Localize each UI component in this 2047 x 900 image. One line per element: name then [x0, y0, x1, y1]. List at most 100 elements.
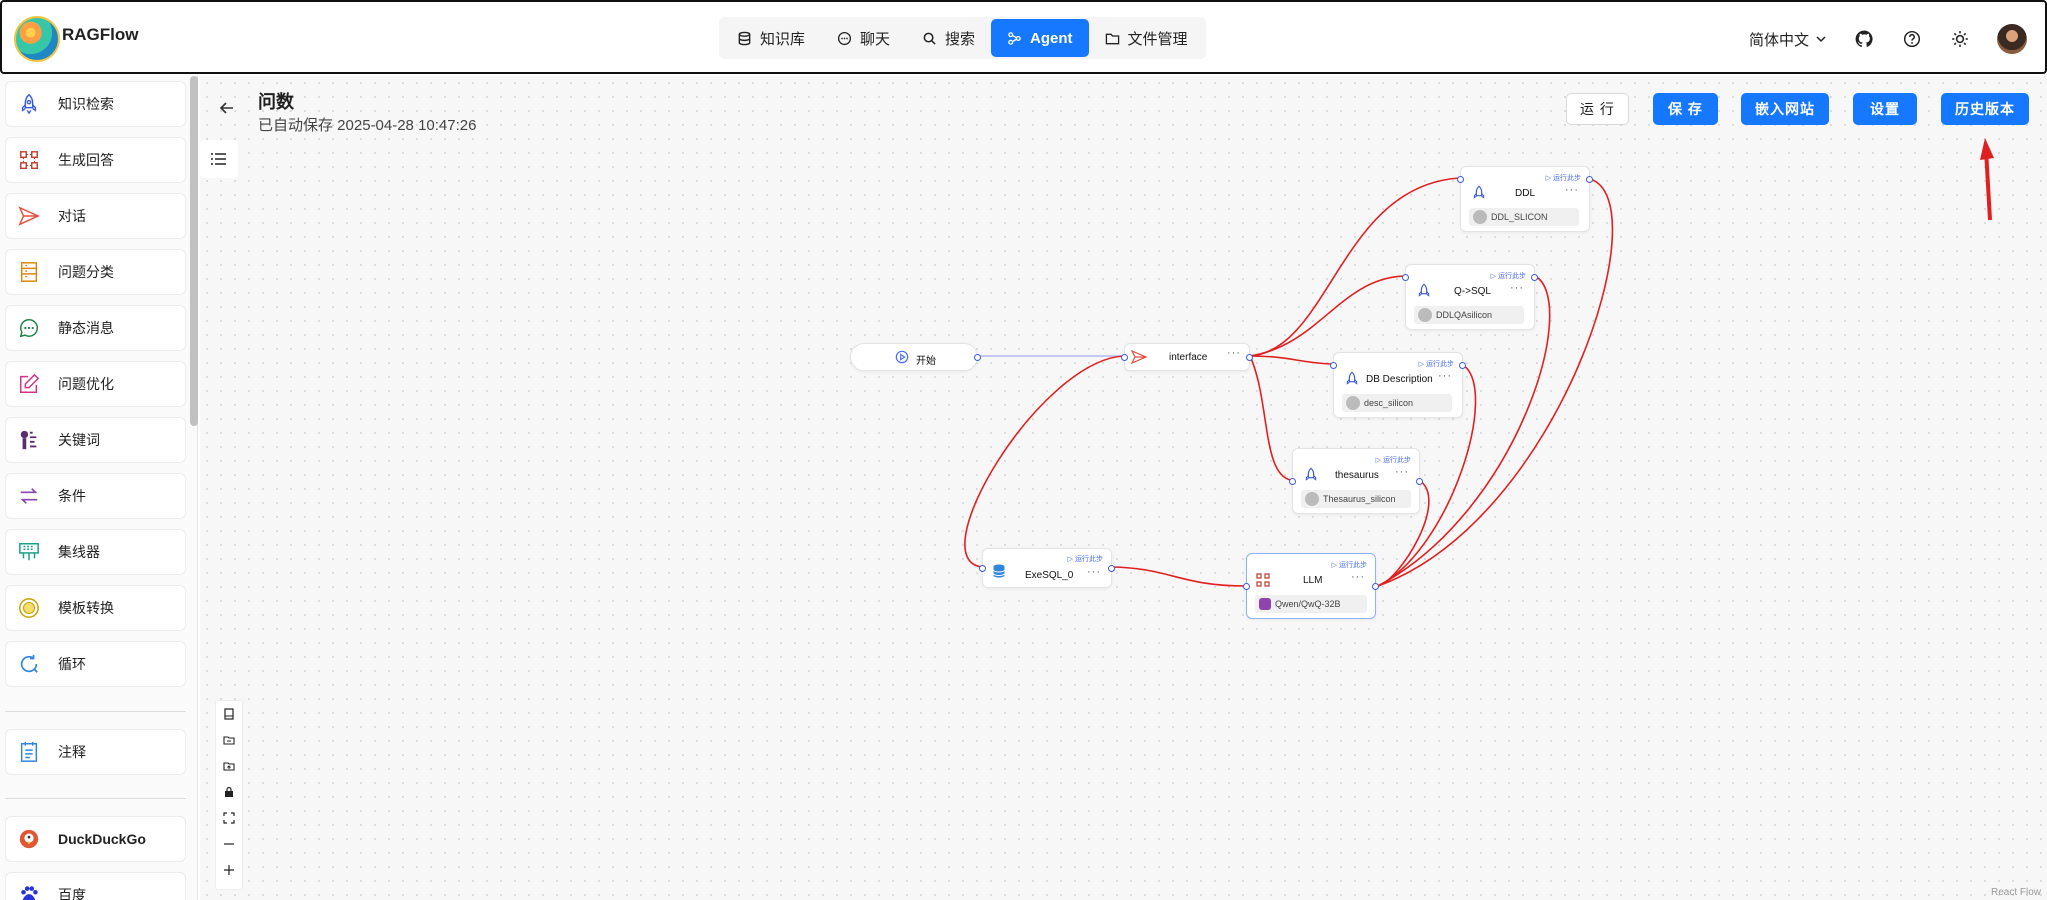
run-step-link[interactable]: ▷ 运行此步: [1332, 560, 1367, 570]
run-step-link[interactable]: ▷ 运行此步: [1068, 554, 1103, 564]
node-handle[interactable]: [974, 354, 981, 361]
model-icon: [1259, 598, 1271, 610]
react-flow-attribution[interactable]: React Flow: [1991, 887, 2041, 898]
sidebar-item-note[interactable]: 注释: [5, 729, 186, 775]
sidebar-item-loop[interactable]: 循环: [5, 641, 186, 687]
knowledge-tag: desc_silicon: [1342, 394, 1452, 412]
node-handle[interactable]: [1246, 354, 1253, 361]
node-db-description[interactable]: ▷ 运行此步 DB Description ··· desc_silicon: [1330, 352, 1466, 418]
zoom-out-icon[interactable]: [216, 831, 242, 857]
ragflow-logo[interactable]: [14, 16, 60, 62]
folder-icon: [1105, 33, 1119, 44]
book-icon[interactable]: [216, 701, 242, 727]
sidebar-item-hub[interactable]: 集线器: [5, 529, 186, 575]
sidebar-divider: [5, 711, 186, 712]
node-handle[interactable]: [1372, 583, 1379, 590]
run-step-link[interactable]: ▷ 运行此步: [1419, 359, 1454, 369]
sidebar-item-rewrite[interactable]: 问题优化: [5, 361, 186, 407]
run-step-link[interactable]: ▷ 运行此步: [1376, 455, 1411, 465]
more-icon[interactable]: ···: [1087, 566, 1101, 578]
tab-chat[interactable]: 聊天: [821, 19, 906, 57]
export-icon[interactable]: [216, 753, 242, 779]
settings-button[interactable]: 设置: [1853, 93, 1917, 125]
embed-website-button[interactable]: 嵌入网站: [1741, 93, 1829, 125]
node-llm[interactable]: ▷ 运行此步 LLM ··· Qwen/QwQ-32B: [1243, 553, 1379, 619]
more-icon[interactable]: ···: [1510, 282, 1524, 294]
node-handle[interactable]: [1416, 478, 1423, 485]
tab-agent[interactable]: Agent: [991, 19, 1089, 57]
zoom-in-icon[interactable]: [216, 857, 242, 883]
node-q-sql[interactable]: ▷ 运行此步 Q->SQL ··· DDLQAsilicon: [1402, 264, 1538, 330]
save-button[interactable]: 保 存: [1653, 93, 1718, 125]
sidebar-item-duckduckgo[interactable]: DuckDuckGo: [5, 816, 186, 862]
node-handle[interactable]: [1243, 583, 1250, 590]
node-handle[interactable]: [1402, 274, 1409, 281]
annotation-arrow: [1980, 138, 1994, 221]
node-exesql[interactable]: ▷ 运行此步 ExeSQL_0 ···: [979, 548, 1115, 588]
import-icon[interactable]: [216, 727, 242, 753]
node-handle[interactable]: [1586, 176, 1593, 183]
node-thesaurus[interactable]: ▷ 运行此步 thesaurus ··· Thesaurus_silicon: [1289, 448, 1423, 514]
node-handle[interactable]: [1459, 362, 1466, 369]
fit-view-icon[interactable]: [216, 805, 242, 831]
tab-label: Agent: [1030, 29, 1073, 47]
github-icon[interactable]: [1853, 28, 1875, 50]
tab-label: 文件管理: [1127, 30, 1188, 48]
sidebar-item-categorize[interactable]: 问题分类: [5, 249, 186, 295]
node-handle[interactable]: [1121, 354, 1128, 361]
database-icon: [738, 31, 751, 45]
operator-sidebar: 知识检索 生成回答 对话 问题分类 静态消息 问题优化 关键词 条件 集线器 模…: [0, 76, 198, 900]
node-interface[interactable]: interface ···: [1121, 343, 1253, 371]
more-icon[interactable]: ···: [1395, 466, 1409, 478]
tab-file-management[interactable]: 文件管理: [1089, 19, 1204, 57]
node-handle[interactable]: [1289, 478, 1296, 485]
history-version-button[interactable]: 历史版本: [1941, 93, 2029, 125]
more-icon[interactable]: ···: [1351, 571, 1365, 583]
sidebar-item-retrieval[interactable]: 知识检索: [5, 81, 186, 127]
sidebar-divider: [5, 798, 186, 799]
sidebar-item-label: 注释: [58, 744, 86, 760]
more-icon[interactable]: ···: [1438, 370, 1452, 382]
language-selector[interactable]: 简体中文: [1749, 29, 1827, 50]
sidebar-item-label: 集线器: [58, 544, 100, 560]
sun-icon[interactable]: [1949, 28, 1971, 50]
tab-search[interactable]: 搜索: [906, 19, 991, 57]
run-step-link[interactable]: ▷ 运行此步: [1491, 271, 1526, 281]
node-ddl[interactable]: ▷ 运行此步 DDL ··· DDL_SLICON: [1457, 166, 1593, 232]
sidebar-scrollbar[interactable]: [190, 76, 198, 426]
rocket-icon: [1473, 185, 1485, 199]
node-handle[interactable]: [1330, 362, 1337, 369]
more-icon[interactable]: ···: [1227, 347, 1241, 359]
node-begin[interactable]: 开始: [850, 343, 981, 371]
list-toggle-button[interactable]: [200, 140, 238, 178]
canvas-controls: [215, 700, 243, 890]
back-arrow-icon[interactable]: [218, 99, 236, 122]
run-button[interactable]: 运 行: [1566, 93, 1629, 125]
node-handle[interactable]: [1531, 274, 1538, 281]
knowledge-tag: Thesaurus_silicon: [1301, 490, 1411, 508]
lock-icon[interactable]: [216, 779, 242, 805]
node-handle[interactable]: [1457, 176, 1464, 183]
user-icon: [1473, 210, 1487, 224]
tab-knowledge-base[interactable]: 知识库: [721, 19, 821, 57]
run-step-link[interactable]: ▷ 运行此步: [1546, 173, 1581, 183]
sidebar-item-template[interactable]: 模板转换: [5, 585, 186, 631]
send-icon: [16, 203, 42, 229]
node-label: Q->SQL: [1454, 286, 1491, 297]
sidebar-item-message[interactable]: 静态消息: [5, 305, 186, 351]
sidebar-item-keyword[interactable]: 关键词: [5, 417, 186, 463]
sidebar-item-label: 百度: [58, 887, 86, 900]
help-icon[interactable]: [1901, 28, 1923, 50]
sidebar-item-dialog[interactable]: 对话: [5, 193, 186, 239]
node-handle[interactable]: [979, 565, 986, 572]
categorize-icon: [16, 259, 42, 285]
baidu-icon: [16, 882, 42, 900]
sidebar-item-switch[interactable]: 条件: [5, 473, 186, 519]
flow-canvas[interactable]: [200, 76, 2047, 900]
node-handle[interactable]: [1108, 565, 1115, 572]
more-icon[interactable]: ···: [1565, 184, 1579, 196]
sidebar-item-generate[interactable]: 生成回答: [5, 137, 186, 183]
avatar[interactable]: [1997, 24, 2027, 54]
sidebar-item-baidu[interactable]: 百度: [5, 872, 186, 900]
tab-label: 聊天: [860, 30, 891, 48]
